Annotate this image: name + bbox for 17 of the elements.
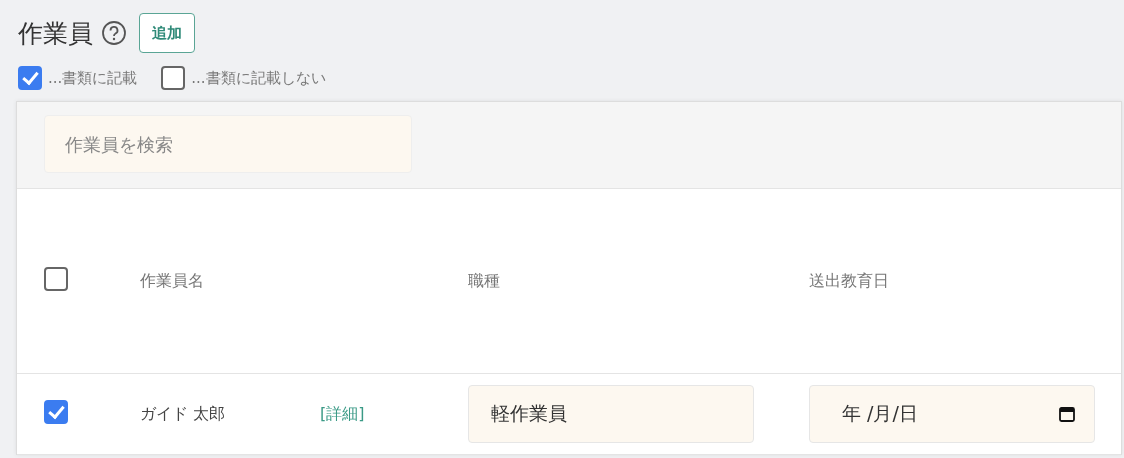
- filter-label: ...書類に記載しない: [191, 68, 326, 88]
- checkbox[interactable]: [44, 400, 68, 424]
- filter-label: ...書類に記載: [48, 68, 138, 88]
- column-header: 職種: [468, 270, 500, 290]
- calendar-icon[interactable]: [1058, 405, 1076, 423]
- search-field[interactable]: 作業員を検索: [44, 115, 412, 173]
- checkbox[interactable]: [44, 267, 68, 291]
- job-field[interactable]: 軽作業員: [468, 385, 754, 443]
- section-title: 作業員: [17, 17, 93, 50]
- column-header: 作業員名: [140, 270, 204, 290]
- date-field[interactable]: 年 /月/日: [809, 385, 1095, 443]
- help-icon[interactable]: [101, 20, 127, 46]
- checkbox[interactable]: [18, 66, 42, 90]
- add-button[interactable]: 追加: [139, 13, 195, 53]
- column-header: 送出教育日: [809, 270, 889, 290]
- worker-name: ガイド 太郎: [140, 403, 227, 425]
- checkbox[interactable]: [161, 66, 186, 90]
